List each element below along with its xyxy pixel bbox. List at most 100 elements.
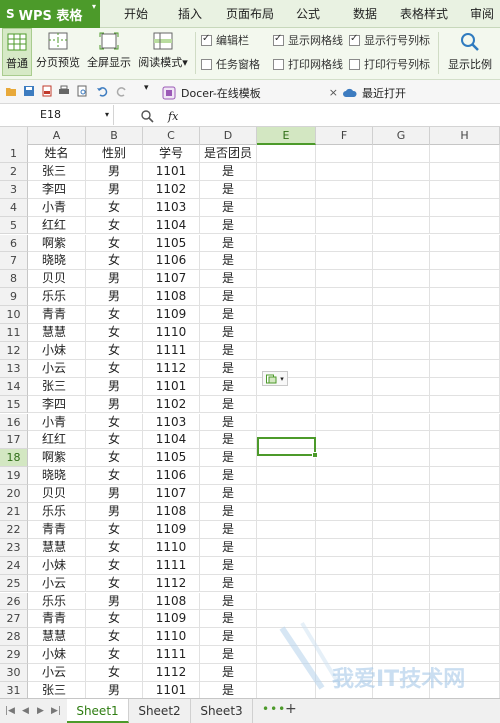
row-header[interactable]: 19 [0, 467, 28, 486]
cell-g25[interactable] [373, 574, 430, 593]
next-sheet-icon[interactable]: ▶ [37, 706, 44, 716]
cell-h17[interactable] [430, 431, 500, 450]
customize-toolbar-icon[interactable]: ▾ [144, 83, 156, 95]
cell-g3[interactable] [373, 180, 430, 199]
cell-c17[interactable]: 1104 [143, 431, 200, 450]
cell-e16[interactable] [257, 413, 316, 432]
cell-g11[interactable] [373, 324, 430, 342]
cell-b2[interactable]: 男 [86, 162, 143, 181]
cell-d27[interactable]: 是 [200, 610, 257, 629]
cell-g10[interactable] [373, 306, 430, 324]
cell-h4[interactable] [430, 198, 500, 217]
cell-b19[interactable]: 女 [86, 467, 143, 486]
cell-h8[interactable] [430, 270, 500, 289]
page-break-preview-button[interactable]: 分页预览 [34, 28, 82, 76]
row-header[interactable]: 2 [0, 162, 28, 181]
cell-d18[interactable]: 是 [200, 449, 257, 468]
cell-f30[interactable] [316, 664, 373, 682]
cell-h28[interactable] [430, 628, 500, 647]
cell-c22[interactable]: 1109 [143, 520, 200, 539]
open-folder-icon[interactable] [5, 85, 17, 97]
cell-f26[interactable] [316, 592, 373, 611]
cell-g30[interactable] [373, 664, 430, 682]
cell-a15[interactable]: 李四 [28, 395, 86, 414]
tab-page-layout[interactable]: 页面布局 [226, 0, 274, 28]
cell-g28[interactable] [373, 628, 430, 647]
cell-c20[interactable]: 1107 [143, 485, 200, 503]
cell-e20[interactable] [257, 485, 316, 503]
cell-a16[interactable]: 小青 [28, 413, 86, 432]
row-header[interactable]: 16 [0, 413, 28, 432]
cell-a6[interactable]: 啊紫 [28, 234, 86, 253]
column-header-f[interactable]: F [316, 127, 373, 145]
row-header[interactable]: 4 [0, 198, 28, 217]
cell-e23[interactable] [257, 538, 316, 557]
cell-d22[interactable]: 是 [200, 520, 257, 539]
prev-sheet-icon[interactable]: ◀ [22, 706, 29, 716]
cell-e5[interactable] [257, 216, 316, 235]
cell-f24[interactable] [316, 556, 373, 575]
edit-bar-checkbox[interactable]: 编辑栏 [201, 32, 249, 48]
cell-b8[interactable]: 男 [86, 270, 143, 289]
column-header-h[interactable]: H [430, 127, 500, 145]
app-menu-button[interactable]: S WPS 表格 ▾ [0, 0, 100, 28]
first-sheet-icon[interactable]: |◀ [5, 706, 15, 716]
cell-a29[interactable]: 小妹 [28, 646, 86, 665]
cell-a27[interactable]: 青青 [28, 610, 86, 629]
row-header[interactable]: 1 [0, 145, 28, 163]
cell-d6[interactable]: 是 [200, 234, 257, 253]
cell-e4[interactable] [257, 198, 316, 217]
cell-b1[interactable]: 性别 [86, 145, 143, 163]
cell-g27[interactable] [373, 610, 430, 629]
cell-d14[interactable]: 是 [200, 377, 257, 396]
cell-c21[interactable]: 1108 [143, 503, 200, 521]
cell-b30[interactable]: 女 [86, 664, 143, 682]
column-header-b[interactable]: B [86, 127, 143, 145]
cell-e30[interactable] [257, 664, 316, 682]
cell-a17[interactable]: 红红 [28, 431, 86, 450]
cell-e18[interactable] [257, 449, 316, 468]
cell-f12[interactable] [316, 341, 373, 360]
cell-b14[interactable]: 男 [86, 377, 143, 396]
cell-c6[interactable]: 1105 [143, 234, 200, 253]
close-tab-icon[interactable]: × [329, 86, 338, 99]
export-pdf-icon[interactable] [41, 85, 53, 97]
tab-table-style[interactable]: 表格样式 [400, 0, 448, 28]
row-header[interactable]: 14 [0, 377, 28, 396]
cell-f6[interactable] [316, 234, 373, 253]
cell-f3[interactable] [316, 180, 373, 199]
cell-e2[interactable] [257, 162, 316, 181]
cell-h16[interactable] [430, 413, 500, 432]
recent-files-tab[interactable]: 最近打开 [343, 82, 406, 103]
cell-a26[interactable]: 乐乐 [28, 592, 86, 611]
cell-f7[interactable] [316, 252, 373, 271]
cell-g20[interactable] [373, 485, 430, 503]
more-sheets-icon[interactable]: ••• [262, 702, 286, 716]
cell-e28[interactable] [257, 628, 316, 647]
show-headings-checkbox[interactable]: 显示行号列标 [349, 32, 430, 48]
row-header[interactable]: 24 [0, 556, 28, 575]
cell-c9[interactable]: 1108 [143, 288, 200, 307]
cell-h20[interactable] [430, 485, 500, 503]
row-header[interactable]: 5 [0, 216, 28, 235]
cell-d2[interactable]: 是 [200, 162, 257, 181]
cell-f25[interactable] [316, 574, 373, 593]
cell-d16[interactable]: 是 [200, 413, 257, 432]
row-header[interactable]: 29 [0, 646, 28, 665]
cell-d7[interactable]: 是 [200, 252, 257, 271]
save-icon[interactable] [23, 85, 35, 97]
row-header[interactable]: 8 [0, 270, 28, 289]
cell-h14[interactable] [430, 377, 500, 396]
cell-e29[interactable] [257, 646, 316, 665]
cell-a2[interactable]: 张三 [28, 162, 86, 181]
cell-f2[interactable] [316, 162, 373, 181]
cell-c23[interactable]: 1110 [143, 538, 200, 557]
column-header-d[interactable]: D [200, 127, 257, 145]
fullscreen-button[interactable]: 全屏显示 [86, 28, 132, 76]
row-header[interactable]: 15 [0, 395, 28, 414]
cell-g18[interactable] [373, 449, 430, 468]
cell-d21[interactable]: 是 [200, 503, 257, 521]
cell-c18[interactable]: 1105 [143, 449, 200, 468]
cell-a22[interactable]: 青青 [28, 520, 86, 539]
cell-c2[interactable]: 1101 [143, 162, 200, 181]
